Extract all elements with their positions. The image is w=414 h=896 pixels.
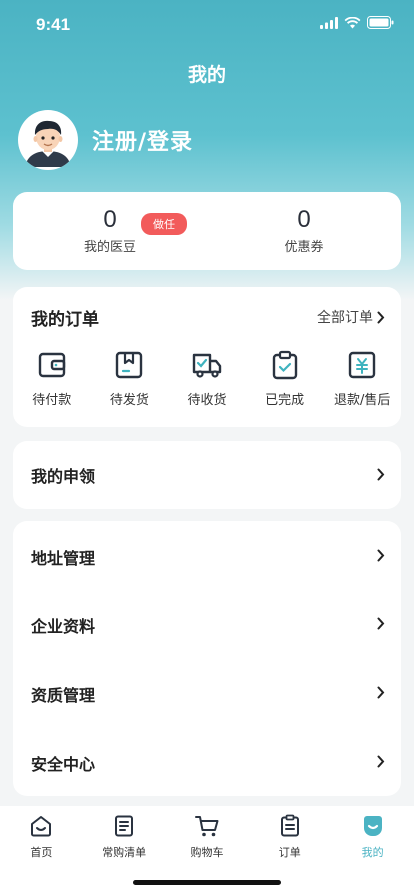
tab-label: 订单 <box>278 846 301 859</box>
status-time: 9:41 <box>36 15 71 34</box>
order-status-row: 待付款 待发货 待收货 已完成 退款/售后 <box>13 349 401 408</box>
menu-item-label: 资质管理 <box>31 686 96 705</box>
all-orders-label: 全部订单 <box>317 310 373 326</box>
status-icons <box>320 16 394 29</box>
coupons-label: 优惠券 <box>284 240 324 255</box>
chevron-right-icon <box>377 686 385 699</box>
order-completed[interactable]: 已完成 <box>246 349 324 408</box>
orders-card: 我的订单 全部订单 待付款 待发货 待收货 已完成 退款/售后 <box>13 287 401 427</box>
settings-menu: 地址管理 企业资料 资质管理 安全中心 <box>13 521 401 796</box>
tab-label: 常购清单 <box>102 846 147 859</box>
order-item-label: 待发货 <box>109 393 149 408</box>
home-indicator <box>133 880 281 885</box>
chevron-right-icon <box>377 311 385 323</box>
menu-item-label: 安全中心 <box>31 755 96 774</box>
package-icon <box>116 351 143 379</box>
tab-profile[interactable]: 我的 <box>331 814 414 860</box>
stat-coupons[interactable]: 0 优惠券 <box>207 206 401 255</box>
list-icon <box>115 815 134 837</box>
chevron-right-icon <box>377 755 385 768</box>
task-badge[interactable]: 做任 <box>141 213 187 235</box>
avatar[interactable] <box>18 110 78 170</box>
chevron-right-icon <box>377 468 385 481</box>
stats-card: 0 我的医豆 做任 0 优惠券 <box>13 192 401 270</box>
tab-label: 首页 <box>30 846 53 859</box>
chevron-right-icon <box>377 549 385 562</box>
profile-icon <box>363 816 382 836</box>
my-application-label: 我的申领 <box>31 467 96 486</box>
battery-icon <box>367 16 394 29</box>
tab-home[interactable]: 首页 <box>0 814 83 860</box>
profile-login[interactable]: 注册/登录 <box>18 110 193 170</box>
beans-label: 我的医豆 <box>83 240 136 255</box>
my-application-row[interactable]: 我的申领 <box>13 441 401 509</box>
menu-item-security[interactable]: 安全中心 <box>13 727 401 795</box>
login-register-link[interactable]: 注册/登录 <box>92 124 193 156</box>
page-title: 我的 <box>187 64 226 86</box>
order-pending-payment[interactable]: 待付款 <box>13 349 91 408</box>
chevron-right-icon <box>377 617 385 630</box>
order-pending-shipment[interactable]: 待发货 <box>91 349 169 408</box>
menu-item-label: 地址管理 <box>31 549 96 568</box>
menu-item-address[interactable]: 地址管理 <box>13 521 401 589</box>
tab-label: 我的 <box>361 846 384 859</box>
menu-item-qualification[interactable]: 资质管理 <box>13 658 401 726</box>
wallet-icon <box>38 352 65 378</box>
tab-favorites[interactable]: 常购清单 <box>83 814 166 860</box>
coupons-value: 0 <box>297 206 311 233</box>
refund-icon <box>348 351 376 379</box>
tab-cart[interactable]: 购物车 <box>166 814 249 860</box>
order-item-label: 已完成 <box>265 393 305 408</box>
order-refund[interactable]: 退款/售后 <box>323 349 401 408</box>
order-pending-receipt[interactable]: 待收货 <box>168 349 246 408</box>
signal-icon <box>320 16 338 29</box>
all-orders-link[interactable]: 全部订单 <box>317 307 385 327</box>
order-icon <box>280 814 299 837</box>
menu-item-label: 企业资料 <box>31 617 96 636</box>
avatar-icon <box>25 120 71 167</box>
order-item-label: 待收货 <box>187 393 227 408</box>
cart-icon <box>194 816 219 837</box>
clipboard-check-icon <box>272 350 297 380</box>
wifi-icon <box>344 16 361 28</box>
orders-title: 我的订单 <box>31 310 99 330</box>
order-item-label: 待付款 <box>32 393 72 408</box>
menu-item-company[interactable]: 企业资料 <box>13 589 401 657</box>
truck-icon <box>192 353 222 378</box>
tab-orders[interactable]: 订单 <box>248 814 331 860</box>
order-item-label: 退款/售后 <box>333 393 391 408</box>
tab-label: 购物车 <box>190 846 224 859</box>
home-icon <box>31 816 52 837</box>
status-bar: 9:41 <box>0 0 414 50</box>
